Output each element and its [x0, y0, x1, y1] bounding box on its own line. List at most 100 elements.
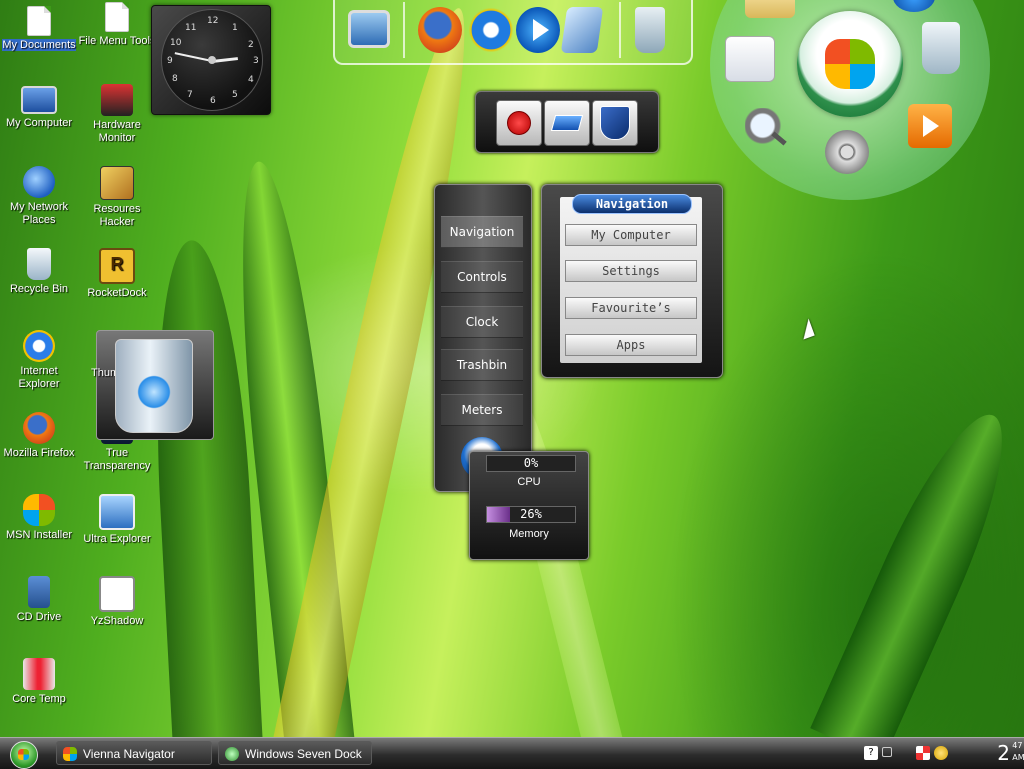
- logoff-button[interactable]: [592, 100, 638, 146]
- internet-explorer-icon: [23, 330, 55, 362]
- film-reel-icon[interactable]: [825, 130, 869, 174]
- clock-number: 10: [170, 38, 182, 48]
- folder-icon[interactable]: [745, 0, 795, 18]
- clock-center-dot: [208, 56, 216, 64]
- cpu-memory-meter-widget[interactable]: 0% CPU 26% Memory: [469, 451, 589, 560]
- trash-icon[interactable]: [635, 7, 665, 53]
- clock-number: 7: [187, 90, 193, 100]
- nav-item-controls[interactable]: Controls: [441, 261, 523, 293]
- dock-divider: [403, 2, 405, 58]
- ultra-explorer-icon: [99, 494, 135, 530]
- popup-title: Navigation: [572, 194, 692, 214]
- desktop-icon-hardware-monitor[interactable]: Hardware Monitor: [78, 84, 156, 145]
- nav-item-meters[interactable]: Meters: [441, 394, 523, 426]
- windows-orb-button[interactable]: [797, 11, 903, 117]
- system-properties-icon[interactable]: [560, 7, 604, 53]
- navigation-popup-body: Navigation My Computer Settings Favourit…: [560, 194, 702, 363]
- vienna-navigator-panel: Navigation Controls Clock Trashbin Meter…: [434, 184, 532, 492]
- internet-explorer-icon[interactable]: [469, 7, 513, 53]
- desktop-icon-my-documents[interactable]: My Documents: [0, 6, 78, 52]
- clock-number: 5: [232, 90, 238, 100]
- desktop-icon-file-menu-tools[interactable]: File Menu Tools: [78, 2, 156, 48]
- desktop-icon-msn-installer[interactable]: MSN Installer: [0, 494, 78, 542]
- clock-number: 1: [232, 23, 238, 33]
- desktop-icon-mozilla-firefox[interactable]: Mozilla Firefox: [0, 412, 78, 460]
- media-player-icon[interactable]: [516, 7, 560, 53]
- cd-drive-icon: [28, 576, 50, 608]
- desktop-icon-internet-explorer[interactable]: Internet Explorer: [0, 330, 78, 391]
- clock-face: 12 1 2 3 4 5 6 7 8 9 10 11: [161, 9, 263, 111]
- computer-icon: [21, 86, 57, 114]
- notes-icon[interactable]: [725, 36, 775, 82]
- dock-icon: [225, 747, 239, 761]
- smiley-tray-icon[interactable]: [934, 746, 948, 760]
- dock-divider: [619, 2, 621, 58]
- taskbar-button-label: Windows Seven Dock: [245, 747, 362, 761]
- thermometer-icon: [23, 658, 55, 690]
- logoff-shield-icon: [600, 106, 630, 140]
- memory-label: Memory: [509, 528, 549, 540]
- taskbar-button-windows-seven-dock[interactable]: Windows Seven Dock: [218, 741, 372, 765]
- media-player-icon[interactable]: [908, 104, 952, 148]
- mouse-cursor-icon: [797, 318, 815, 340]
- documents-icon: [27, 6, 51, 36]
- desktop-icon-label: My Network Places: [9, 201, 69, 226]
- desktop-icon-label: Internet Explorer: [18, 365, 60, 390]
- clock-number: 8: [172, 74, 178, 84]
- nav-item-navigation[interactable]: Navigation: [441, 216, 523, 248]
- clock-ampm: AM: [1012, 753, 1024, 762]
- system-tray: ? 2 47 AM: [854, 738, 1024, 769]
- yzshadow-icon: [99, 576, 135, 612]
- popup-item-settings[interactable]: Settings: [565, 260, 697, 282]
- desktop-icon-label: RocketDock: [87, 287, 147, 299]
- popup-item-favourites[interactable]: Favourite’s: [565, 297, 697, 319]
- popup-item-my-computer[interactable]: My Computer: [565, 224, 697, 246]
- search-magnifier-icon[interactable]: [745, 108, 789, 152]
- taskbar-clock[interactable]: 2 47 AM: [997, 741, 1024, 765]
- trashbin-widget[interactable]: Thum: [91, 330, 214, 440]
- recycle-bin-icon: [27, 248, 51, 280]
- grass-blade-decoration: [146, 238, 264, 762]
- clock-number: 4: [248, 75, 254, 85]
- desktop-icon-rocketdock[interactable]: R RocketDock: [78, 248, 156, 300]
- cpu-value: 0%: [523, 456, 539, 470]
- recycle-bin-icon[interactable]: [922, 22, 960, 74]
- desktop-icon-recycle-bin[interactable]: Recycle Bin: [0, 248, 78, 296]
- desktop-icon-my-computer[interactable]: My Computer: [0, 86, 78, 130]
- monitor-icon[interactable]: [348, 10, 390, 48]
- minute-hand: [174, 52, 213, 62]
- analog-clock-widget[interactable]: 12 1 2 3 4 5 6 7 8 9 10 11: [151, 5, 271, 115]
- clock-hour: 2: [997, 741, 1010, 765]
- taskbar-button-vienna-navigator[interactable]: Vienna Navigator: [56, 741, 212, 765]
- desktop-icon-my-network-places[interactable]: My Network Places: [0, 166, 78, 227]
- cpu-meter-bar: 0%: [486, 455, 576, 472]
- firefox-icon: [23, 412, 55, 444]
- desktop-icon-ultra-explorer[interactable]: Ultra Explorer: [78, 494, 156, 546]
- navigation-popup: Navigation My Computer Settings Favourit…: [541, 184, 723, 378]
- clock-minute: 47: [1012, 741, 1023, 750]
- desktop-icon-resources-hacker[interactable]: Resoures Hacker: [78, 166, 156, 229]
- popup-item-apps[interactable]: Apps: [565, 334, 697, 356]
- restart-button[interactable]: [544, 100, 590, 146]
- network-tray-icon[interactable]: [916, 746, 930, 760]
- help-icon[interactable]: ?: [864, 746, 878, 760]
- desktop-icon-label: Resoures Hacker: [93, 203, 141, 228]
- desktop-icon-core-temp[interactable]: Core Temp: [0, 658, 78, 706]
- windows-flag-icon: [63, 747, 77, 761]
- rocketdock-icon: R: [99, 248, 135, 284]
- firefox-icon[interactable]: [418, 7, 462, 53]
- memory-meter-bar: 26%: [486, 506, 576, 523]
- shutdown-button[interactable]: [496, 100, 542, 146]
- restore-icon[interactable]: [882, 747, 892, 757]
- network-icon: [23, 166, 55, 198]
- nav-item-clock[interactable]: Clock: [441, 306, 523, 338]
- clock-number: 9: [167, 56, 173, 66]
- start-button[interactable]: [10, 741, 38, 769]
- desktop-icon-yzshadow[interactable]: YzShadow: [78, 576, 156, 628]
- desktop-icon-cd-drive[interactable]: CD Drive: [0, 576, 78, 624]
- desktop-icon-label: CD Drive: [16, 611, 62, 623]
- desktop-icon-label: True Transparency: [83, 447, 151, 472]
- clock-number: 11: [185, 23, 197, 33]
- nav-item-trashbin[interactable]: Trashbin: [441, 349, 523, 381]
- recycle-bin-icon[interactable]: [115, 339, 193, 433]
